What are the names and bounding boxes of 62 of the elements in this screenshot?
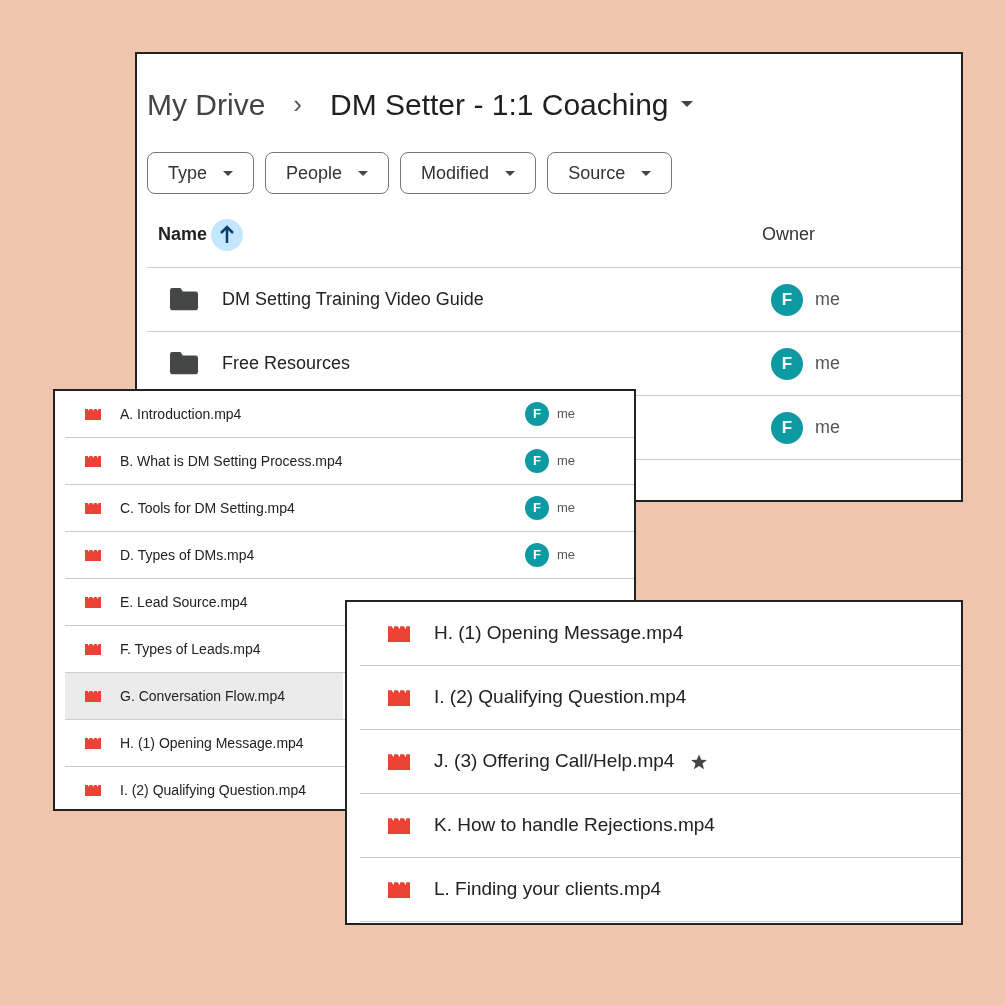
file-name: I. (2) Qualifying Question.mp4 — [120, 780, 306, 800]
file-name: J. (3) Offering Call/Help.mp4 — [434, 749, 675, 774]
video-file-icon — [85, 689, 101, 703]
selected-row-highlight[interactable]: G. Conversation Flow.mp4 — [65, 673, 343, 719]
video-file-icon — [85, 642, 101, 656]
file-name: E. Lead Source.mp4 — [120, 592, 248, 612]
breadcrumb-link[interactable]: My Drive — [147, 81, 266, 127]
file-name: K. How to handle Rejections.mp4 — [434, 813, 715, 838]
avatar: F — [525, 402, 549, 426]
file-name: G. Conversation Flow.mp4 — [120, 686, 285, 706]
caret-icon — [358, 170, 369, 176]
video-file-icon — [85, 548, 101, 562]
video-file-icon — [85, 783, 101, 797]
caret-icon — [223, 170, 234, 176]
file-name: C. Tools for DM Setting.mp4 — [120, 498, 295, 518]
video-file-icon — [388, 816, 410, 835]
file-name: D. Types of DMs.mp4 — [120, 545, 255, 565]
owner-name: me — [815, 352, 840, 375]
avatar: F — [525, 543, 549, 567]
folder-icon — [170, 352, 198, 375]
file-name: H. (1) Opening Message.mp4 — [434, 621, 684, 646]
owner-name: me — [557, 452, 576, 471]
video-file-icon — [388, 688, 410, 707]
avatar: F — [525, 449, 549, 473]
video-file-icon — [85, 407, 101, 421]
owner-name: me — [557, 405, 576, 424]
sort-ascending-icon — [211, 218, 244, 251]
caret-icon — [680, 101, 693, 107]
file-name: Free Resources — [222, 352, 351, 375]
video-file-icon — [85, 454, 101, 468]
filter-chip[interactable]: Modified — [400, 152, 537, 194]
owner-name: me — [815, 416, 840, 439]
folder-icon — [170, 288, 198, 311]
avatar: F — [771, 347, 803, 380]
file-name: DM Setting Training Video Guide — [222, 288, 484, 311]
video-file-icon — [85, 736, 101, 750]
filter-chip[interactable]: Source — [547, 152, 673, 194]
avatar: F — [771, 283, 803, 316]
column-header[interactable]: Owner — [762, 221, 815, 248]
filter-chip[interactable]: People — [265, 152, 390, 194]
avatar: F — [771, 411, 803, 444]
folder-title[interactable]: DM Setter - 1:1 Coaching — [330, 81, 669, 127]
file-name: A. Introduction.mp4 — [120, 404, 242, 424]
caret-icon — [641, 170, 652, 176]
video-file-icon — [85, 595, 101, 609]
video-file-icon — [388, 624, 410, 643]
file-name: L. Finding your clients.mp4 — [434, 877, 662, 902]
file-name: H. (1) Opening Message.mp4 — [120, 733, 304, 753]
owner-name: me — [557, 546, 576, 565]
file-name: F. Types of Leads.mp4 — [120, 639, 261, 659]
avatar: F — [525, 496, 549, 520]
file-name: B. What is DM Setting Process.mp4 — [120, 451, 343, 471]
owner-name: me — [815, 288, 840, 311]
video-file-icon — [85, 501, 101, 515]
caret-icon — [505, 170, 516, 176]
file-name: I. (2) Qualifying Question.mp4 — [434, 685, 687, 710]
video-file-icon — [388, 752, 410, 771]
owner-name: me — [557, 499, 576, 518]
column-header[interactable]: Name — [158, 221, 208, 248]
filter-chip[interactable]: Type — [147, 152, 255, 194]
video-file-icon — [388, 880, 410, 899]
breadcrumb-separator: › — [293, 87, 302, 121]
